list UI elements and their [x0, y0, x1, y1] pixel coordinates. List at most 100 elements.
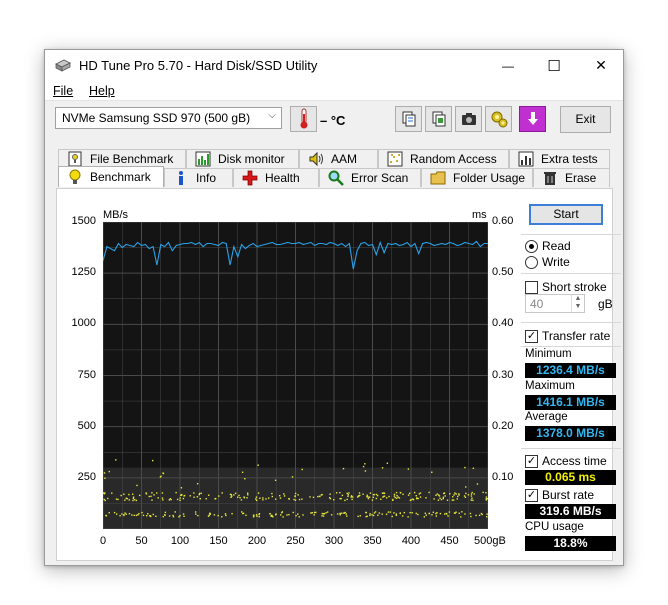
access-time-point [329, 497, 332, 500]
access-time-checkbox[interactable]: ✓ Access time [525, 454, 607, 468]
short-stroke-size-input[interactable]: 40 ▲ ▼ [525, 294, 585, 313]
access-time-point [162, 499, 164, 501]
copy-text-button[interactable] [395, 106, 422, 132]
y-right-tick-label: 0.30 [492, 368, 514, 381]
access-time-point [141, 511, 143, 514]
tab-info[interactable]: Info [164, 168, 233, 187]
screenshot-button[interactable] [455, 106, 482, 132]
access-time-point [297, 513, 299, 515]
y-right-tick-label: 0.60 [492, 215, 514, 227]
access-time-point [247, 494, 249, 496]
access-time-point [350, 495, 353, 497]
tab-erase[interactable]: Erase [533, 168, 610, 187]
access-time-point [230, 493, 232, 496]
access-time-point [239, 497, 241, 499]
tab-folder-usage[interactable]: Folder Usage [421, 168, 533, 187]
temperature-button[interactable] [290, 106, 317, 132]
access-time-point [274, 498, 277, 500]
access-time-point [397, 496, 399, 498]
y-left-tick-label: 1000 [71, 317, 96, 330]
read-radio[interactable]: Read [525, 239, 571, 253]
tab-error-scan[interactable]: Error Scan [319, 168, 421, 187]
write-radio[interactable]: Write [525, 255, 570, 269]
access-time-point [399, 491, 402, 494]
access-time-point [103, 498, 105, 501]
access-time-point [179, 499, 181, 501]
y-right-tick-label: 0.10 [492, 470, 514, 483]
access-time-point [372, 496, 375, 499]
transfer-rate-checkbox[interactable]: ✓ Transfer rate [525, 329, 610, 343]
access-time-point [471, 497, 473, 499]
window-title: HD Tune Pro 5.70 - Hard Disk/SSD Utility [79, 58, 318, 73]
access-time-point [345, 513, 347, 515]
tab-disk-monitor[interactable]: Disk monitor [186, 149, 299, 168]
access-time-point [125, 513, 127, 515]
access-time-point [419, 496, 422, 498]
menu-help[interactable]: Help [89, 84, 115, 98]
minimize-button[interactable]: — [485, 50, 531, 81]
access-time-point [283, 495, 286, 497]
access-time-point [271, 514, 273, 517]
left-axis-unit: MB/s [103, 209, 129, 221]
access-time-point [257, 492, 260, 494]
close-button[interactable]: ✕ [578, 50, 624, 81]
access-time-point [274, 479, 277, 482]
access-time-point [213, 514, 216, 516]
access-time-point [447, 515, 449, 517]
access-time-point [481, 513, 483, 516]
access-time-point [472, 467, 475, 470]
access-time-point [340, 497, 342, 500]
access-time-point [341, 494, 344, 497]
menu-file[interactable]: File [53, 84, 73, 98]
access-time-point [160, 475, 162, 478]
copy-all-button[interactable] [425, 106, 452, 132]
start-button[interactable]: Start [529, 204, 603, 225]
screenshot-icon [461, 113, 476, 125]
cpu-usage-value: 18.8% [525, 536, 616, 551]
options-button[interactable] [485, 106, 512, 132]
access-time-point [312, 496, 315, 499]
access-time-point [196, 496, 199, 498]
access-time-point [189, 495, 191, 497]
access-time-point [351, 498, 353, 501]
tab-aam[interactable]: AAM [299, 149, 378, 168]
access-time-point [416, 497, 418, 499]
access-time-point [281, 511, 284, 513]
access-time-point [407, 494, 410, 496]
access-time-point [341, 512, 343, 514]
temperature-value: – °C [320, 113, 346, 128]
x-tick-label: 0 [99, 535, 107, 547]
access-time-point [319, 495, 321, 498]
access-time-point [283, 493, 285, 495]
access-time-point [402, 493, 404, 495]
drive-select[interactable]: NVMe Samsung SSD 970 (500 gB) ⌵ [55, 107, 282, 129]
tab-benchmark[interactable]: Benchmark [58, 166, 164, 187]
save-down-button[interactable] [519, 106, 546, 132]
access-time-point [449, 493, 451, 495]
access-time-point [279, 514, 282, 516]
access-time-point [439, 512, 442, 515]
access-time-point [346, 515, 348, 517]
access-time-point [258, 515, 260, 518]
access-time-point [388, 495, 390, 498]
radio-empty-icon [525, 255, 538, 269]
tab-random-access[interactable]: Random Access [378, 149, 509, 168]
tab-health[interactable]: Health [233, 168, 319, 187]
maximize-button[interactable]: ☐ [531, 50, 577, 81]
tab-extra-tests[interactable]: Extra tests [509, 149, 610, 168]
access-time-point [132, 497, 135, 500]
burst-rate-checkbox[interactable]: ✓ Burst rate [525, 488, 594, 502]
short-stroke-checkbox[interactable]: Short stroke [525, 280, 607, 294]
exit-button[interactable]: Exit [560, 106, 611, 133]
access-time-point [342, 467, 345, 470]
access-time-point [238, 494, 240, 497]
access-time-point [442, 497, 445, 500]
access-time-point [256, 515, 258, 517]
access-time-point [415, 512, 417, 515]
y-left-tick-label: 1500 [71, 215, 96, 227]
access-time-point [485, 492, 487, 494]
access-time-point [375, 493, 378, 496]
access-time-point [458, 512, 460, 514]
access-time-point [366, 494, 368, 497]
spinner-arrows-icon[interactable]: ▲ ▼ [571, 295, 584, 312]
